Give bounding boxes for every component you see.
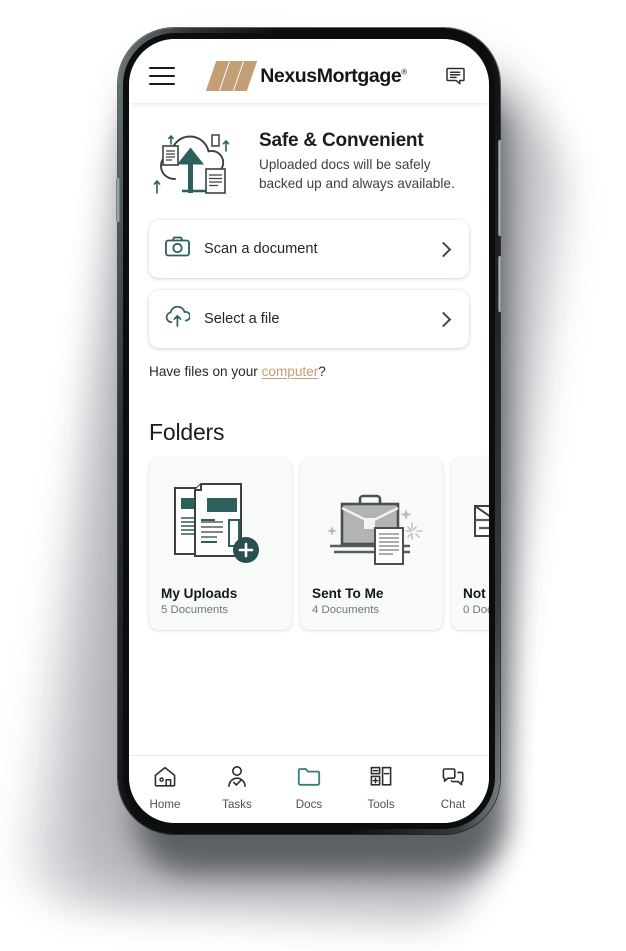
- folder-icon: [297, 765, 321, 793]
- select-a-file-label: Select a file: [204, 311, 280, 327]
- scan-a-document-label: Scan a document: [204, 241, 318, 257]
- folder-count: 4 Documents: [312, 604, 380, 616]
- phone-bezel: NexusMortgage® Safe & Convenient Uploade…: [123, 33, 495, 829]
- home-icon: [153, 765, 177, 793]
- tab-label: Docs: [295, 798, 323, 811]
- computer-link[interactable]: computer: [262, 364, 319, 379]
- tab-label: Tools: [367, 798, 395, 811]
- phone-screen: NexusMortgage® Safe & Convenient Uploade…: [129, 39, 489, 823]
- bottom-tab-bar: Home Tasks Docs Tools Chat: [129, 755, 489, 823]
- app-header: NexusMortgage®: [129, 39, 489, 103]
- folders-carousel[interactable]: My Uploads 5 Documents Sent To Me 4 Docu…: [129, 458, 489, 630]
- folder-name: Sent To Me: [312, 586, 384, 601]
- tab-tasks[interactable]: Tasks: [206, 765, 268, 811]
- brand-name-text: NexusMortgage: [260, 64, 402, 87]
- nexus-logo-mark-icon: [206, 61, 258, 91]
- phone-device: NexusMortgage® Safe & Convenient Uploade…: [116, 28, 502, 834]
- tab-label: Chat: [440, 798, 466, 811]
- brand-logo: NexusMortgage®: [175, 61, 443, 91]
- scan-a-document-button[interactable]: Scan a document: [149, 220, 469, 278]
- folder-card-not-sent[interactable]: Not Sent 0 Documents: [451, 458, 489, 630]
- cloud-upload-icon: [165, 305, 191, 332]
- chat-bubbles-icon: [441, 765, 465, 793]
- have-files-suffix: ?: [318, 364, 326, 379]
- phone-volume-up-button[interactable]: [498, 140, 502, 236]
- cloud-upload-illustration: [149, 119, 245, 204]
- select-a-file-button[interactable]: Select a file: [149, 290, 469, 348]
- user-check-icon: [225, 765, 249, 793]
- envelope-document-icon: [463, 470, 489, 582]
- phone-silent-switch[interactable]: [116, 178, 120, 222]
- tools-grid-icon: [369, 765, 393, 793]
- tab-docs[interactable]: Docs: [278, 765, 340, 811]
- promo-text: Safe & Convenient Uploaded docs will be …: [259, 130, 467, 194]
- tab-chat[interactable]: Chat: [422, 765, 484, 811]
- tab-label: Tasks: [222, 798, 252, 811]
- phone-volume-down-button[interactable]: [498, 256, 502, 312]
- action-list: Scan a document Select a file: [129, 220, 489, 348]
- chevron-right-icon: [435, 311, 452, 327]
- registered-mark: ®: [401, 67, 407, 76]
- chat-bubble-icon[interactable]: [443, 63, 469, 89]
- documents-stack-plus-icon: [161, 470, 280, 582]
- briefcase-document-icon: [312, 470, 431, 582]
- hamburger-menu-icon[interactable]: [149, 67, 175, 85]
- promo-banner: Safe & Convenient Uploaded docs will be …: [129, 115, 489, 220]
- folders-section-title: Folders: [149, 419, 225, 445]
- tab-tools[interactable]: Tools: [350, 765, 412, 811]
- promo-title: Safe & Convenient: [259, 129, 424, 151]
- tab-label: Home: [149, 798, 181, 811]
- folder-count: 0 Documents: [463, 604, 489, 616]
- have-files-on-computer-text: Have files on your computer?: [129, 360, 489, 379]
- tab-home[interactable]: Home: [134, 765, 196, 811]
- folder-name: My Uploads: [161, 586, 238, 601]
- folder-card-sent-to-me[interactable]: Sent To Me 4 Documents: [300, 458, 443, 630]
- app-scroll-body[interactable]: Safe & Convenient Uploaded docs will be …: [129, 103, 489, 755]
- folder-count: 5 Documents: [161, 604, 229, 616]
- camera-icon: [165, 236, 190, 262]
- chevron-right-icon: [435, 241, 452, 257]
- folder-card-my-uploads[interactable]: My Uploads 5 Documents: [149, 458, 292, 630]
- brand-name: NexusMortgage®: [260, 65, 407, 88]
- folder-name: Not Sent: [463, 586, 489, 601]
- promo-subtitle: Uploaded docs will be safely backed up a…: [259, 156, 455, 191]
- have-files-prefix: Have files on your: [149, 364, 262, 379]
